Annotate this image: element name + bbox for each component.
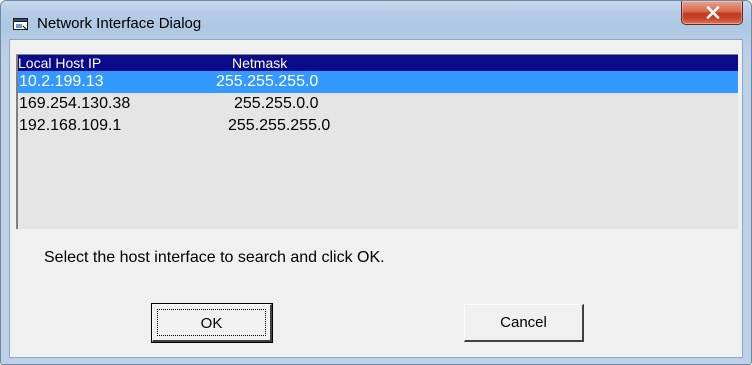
row-netmask: 255.255.255.0: [216, 73, 319, 90]
row-netmask: 255.255.255.0: [228, 117, 331, 134]
list-row[interactable]: 10.2.199.13 255.255.255.0: [18, 71, 738, 93]
interface-list[interactable]: Local Host IP Netmask 10.2.199.13 255.25…: [16, 54, 738, 229]
list-row[interactable]: 169.254.130.38 255.255.0.0: [18, 93, 738, 115]
column-header-netmask[interactable]: Netmask: [232, 55, 287, 71]
instruction-text: Select the host interface to search and …: [44, 249, 385, 266]
column-header-local-host-ip[interactable]: Local Host IP: [18, 55, 101, 71]
close-button[interactable]: [681, 1, 743, 25]
list-row[interactable]: 192.168.109.1 255.255.255.0: [18, 115, 738, 137]
list-header: Local Host IP Netmask: [18, 55, 738, 71]
close-icon: [706, 6, 720, 19]
cancel-button[interactable]: Cancel: [464, 304, 584, 342]
ok-button-label: OK: [157, 309, 266, 336]
row-ip: 192.168.109.1: [19, 117, 122, 134]
dialog-client-area: Local Host IP Netmask 10.2.199.13 255.25…: [9, 39, 743, 358]
network-interface-dialog: Network Interface Dialog Local Host IP N…: [0, 0, 752, 365]
row-netmask: 255.255.0.0: [234, 95, 319, 112]
title-bar[interactable]: Network Interface Dialog: [1, 1, 751, 39]
row-ip: 10.2.199.13: [19, 73, 104, 90]
ok-button[interactable]: OK: [151, 303, 273, 343]
app-window-icon: [13, 17, 29, 31]
window-title: Network Interface Dialog: [37, 15, 202, 32]
row-ip: 169.254.130.38: [19, 95, 131, 112]
